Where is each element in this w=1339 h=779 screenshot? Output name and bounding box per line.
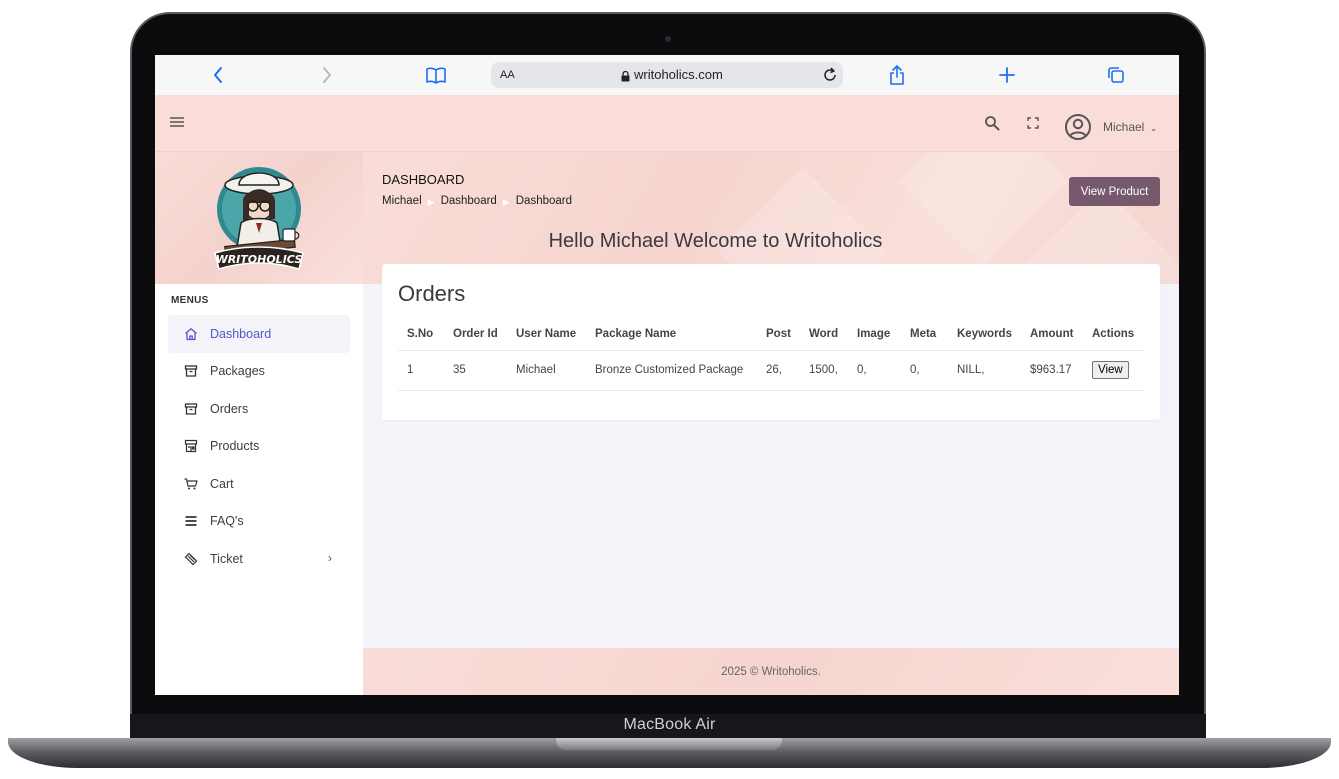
store-icon — [184, 439, 198, 453]
sidebar-item-packages[interactable]: Packages — [168, 352, 350, 390]
back-icon[interactable] — [206, 63, 230, 87]
sidebar-item-label: Dashboard — [210, 327, 272, 341]
url-text: writoholics.com — [634, 67, 723, 82]
view-product-button[interactable]: View Product — [1069, 177, 1160, 206]
logo-illustration: WRITOHOLICS — [214, 167, 304, 270]
sidebar-item-label: FAQ's — [210, 514, 244, 528]
camera — [665, 36, 671, 42]
column-header: Order Id — [444, 318, 507, 351]
sidebar-item-cart[interactable]: Cart — [168, 465, 350, 503]
sidebar-item-label: Orders — [210, 402, 249, 416]
sidebar-item-ticket[interactable]: Ticket › — [168, 540, 350, 578]
address-bar[interactable]: AA writoholics.com — [491, 62, 843, 88]
breadcrumb-item[interactable]: Dashboard — [441, 195, 497, 209]
cell-keywords: NILL, — [948, 350, 1021, 391]
orders-table: S.No Order Id User Name Package Name Pos… — [398, 318, 1144, 391]
column-header: User Name — [507, 318, 586, 351]
chevron-right-icon: › — [328, 551, 332, 565]
cell-word: 1500, — [800, 350, 848, 391]
column-header: Actions — [1083, 318, 1144, 351]
column-header: Amount — [1021, 318, 1083, 351]
welcome-message: Hello Michael Welcome to Writoholics — [548, 230, 883, 252]
fullscreen-icon[interactable] — [1026, 116, 1042, 132]
column-header: Word — [800, 318, 848, 351]
laptop-notch — [556, 738, 782, 750]
archive-icon — [184, 364, 198, 378]
reload-icon[interactable] — [821, 66, 839, 84]
breadcrumb: Michael ▶ Dashboard ▶ Dashboard — [382, 195, 572, 209]
breadcrumb-separator-icon: ▶ — [502, 197, 510, 207]
sidebar-item-orders[interactable]: Orders — [168, 390, 350, 428]
sidebar-item-label: Cart — [210, 477, 234, 491]
cell-post: 26, — [757, 350, 800, 391]
column-header: Meta — [901, 318, 948, 351]
sidebar-item-faqs[interactable]: FAQ's — [168, 502, 350, 540]
cart-icon — [184, 477, 198, 491]
menu-icon[interactable] — [169, 115, 187, 133]
forward-icon[interactable] — [315, 63, 339, 87]
cell-meta: 0, — [901, 350, 948, 391]
column-header: Keywords — [948, 318, 1021, 351]
cell-actions: View — [1083, 350, 1144, 391]
new-tab-icon[interactable] — [995, 63, 1019, 87]
menu-section-title: MENUS — [171, 295, 209, 306]
view-order-button[interactable]: View — [1092, 361, 1129, 379]
username: Michael — [1103, 120, 1145, 134]
breadcrumb-item: Dashboard — [515, 195, 573, 207]
home-icon — [184, 327, 198, 341]
sidebar-item-label: Packages — [210, 364, 265, 378]
cell-order-id: 35 — [444, 350, 507, 391]
cell-package-name: Bronze Customized Package — [586, 350, 757, 391]
page-title: DASHBOARD — [382, 172, 465, 187]
page-footer: 2025 © Writoholics. — [363, 648, 1179, 695]
column-header: Image — [848, 318, 901, 351]
chevron-down-icon: ⌄ — [1149, 123, 1158, 133]
sidebar-item-label: Ticket — [210, 552, 243, 566]
breadcrumb-separator-icon: ▶ — [427, 197, 435, 207]
table-row: 1 35 Michael Bronze Customized Package 2… — [398, 350, 1144, 391]
device-label: MacBook Air — [623, 716, 716, 733]
sidebar-item-label: Products — [210, 439, 260, 453]
copyright-text: 2025 © Writoholics. — [721, 665, 821, 678]
bookmarks-icon[interactable] — [424, 63, 448, 87]
ticket-icon — [184, 552, 198, 566]
table-header-row: S.No Order Id User Name Package Name Pos… — [398, 318, 1144, 351]
user-avatar-icon[interactable] — [1063, 112, 1093, 142]
sidebar-item-products[interactable]: Products — [168, 427, 350, 465]
share-icon[interactable] — [885, 63, 909, 87]
cell-sno: 1 — [398, 350, 444, 391]
brand-logo[interactable]: WRITOHOLICS — [155, 152, 363, 284]
text-size-button[interactable]: AA — [500, 69, 515, 81]
sidebar: WRITOHOLICS MENUS Dashboard Packages Ord… — [155, 152, 363, 695]
sidebar-item-dashboard[interactable]: Dashboard — [168, 315, 350, 353]
tabs-icon[interactable] — [1104, 63, 1128, 87]
browser-toolbar: AA writoholics.com — [155, 55, 1179, 95]
search-icon[interactable] — [984, 115, 1002, 133]
column-header: Package Name — [586, 318, 757, 351]
list-icon — [184, 514, 198, 528]
cell-amount: $963.17 — [1021, 350, 1083, 391]
logo-wordmark: WRITOHOLICS — [216, 253, 303, 266]
screen: AA writoholics.com Michael ⌄ WRITOHOLICS… — [155, 55, 1179, 695]
archive-icon — [184, 402, 198, 416]
orders-card: Orders S.No Order Id User Name Package N… — [382, 264, 1160, 420]
breadcrumb-item[interactable]: Michael — [382, 195, 422, 209]
cell-user-name: Michael — [507, 350, 586, 391]
column-header: S.No — [398, 318, 444, 351]
user-menu[interactable]: Michael ⌄ — [1103, 120, 1157, 134]
orders-title: Orders — [398, 281, 466, 306]
lock-icon — [621, 69, 630, 87]
app-header: Michael ⌄ — [155, 95, 1179, 152]
column-header: Post — [757, 318, 800, 351]
cell-image: 0, — [848, 350, 901, 391]
